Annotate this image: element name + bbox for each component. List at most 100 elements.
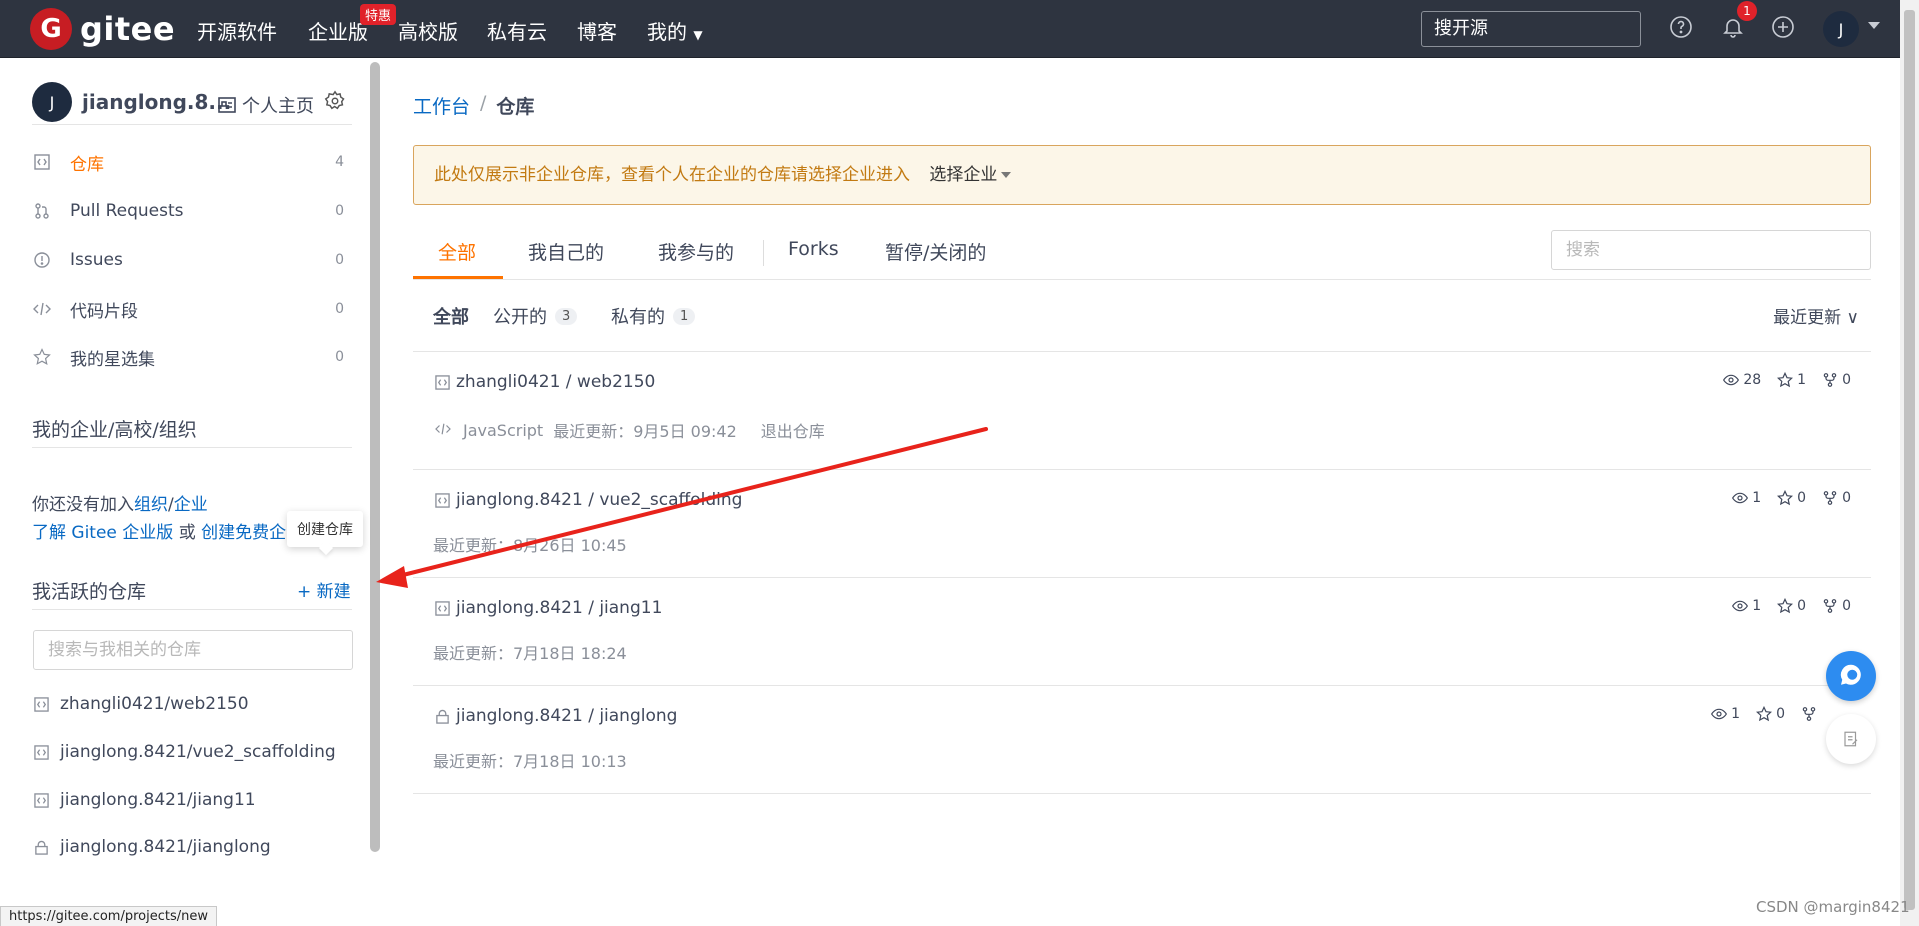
- learn-enterprise-link[interactable]: 了解 Gitee 企业版: [32, 523, 173, 543]
- watch-count[interactable]: 1: [1732, 598, 1761, 614]
- nav-mine[interactable]: 我的 ▼: [647, 16, 703, 45]
- fork-count[interactable]: [1801, 706, 1821, 722]
- sidebar-item-label: 代码片段: [70, 301, 138, 322]
- star-count[interactable]: 0: [1777, 598, 1806, 614]
- repo-meta: 最近更新：7月18日 18:24: [433, 640, 627, 664]
- repo-meta: 最近更新：8月26日 10:45: [433, 532, 627, 556]
- select-enterprise-dropdown[interactable]: 选择企业: [929, 165, 1012, 185]
- sidebar-repo-search-input[interactable]: 搜索与我相关的仓库: [33, 630, 353, 670]
- nav-enterprise[interactable]: 企业版: [308, 16, 368, 45]
- repo-updated: 最近更新：7月18日 10:13: [433, 752, 627, 771]
- watch-count[interactable]: 1: [1711, 706, 1740, 722]
- nav-avatar[interactable]: J: [1823, 11, 1859, 47]
- create-repo-tooltip: 创建仓库: [287, 511, 363, 547]
- divider: [32, 447, 352, 448]
- tab-forks[interactable]: Forks: [788, 238, 839, 260]
- create-free-enterprise-link[interactable]: 创建免费企: [201, 523, 286, 543]
- feedback-float-button[interactable]: [1826, 714, 1876, 764]
- repo-meta: 最近更新：7月18日 10:13: [433, 748, 627, 772]
- sidebar-item-starred[interactable]: 我的星选集 0: [32, 342, 344, 372]
- repo-search-input[interactable]: 搜索: [1551, 230, 1871, 270]
- watch-count[interactable]: 1: [1732, 490, 1761, 506]
- repo-name: zhangli0421 / web2150: [456, 372, 656, 392]
- sidebar-item-snippets[interactable]: 代码片段 0: [32, 294, 344, 324]
- sidebar: J jianglong.8... 个人主页 仓库 4 Pull Requests…: [0, 58, 380, 926]
- quit-repo-button[interactable]: 退出仓库: [761, 418, 825, 442]
- nav-blog[interactable]: 博客: [577, 16, 617, 45]
- fork-icon: [1823, 491, 1837, 505]
- page-scrollbar-thumb[interactable]: [1904, 10, 1915, 910]
- lock-icon: [433, 707, 451, 725]
- filter-all[interactable]: 全部: [433, 303, 469, 329]
- new-repo-button[interactable]: + 新建: [297, 577, 351, 602]
- assistant-float-button[interactable]: [1826, 651, 1876, 701]
- sidebar-item-count: 0: [335, 301, 344, 317]
- watch-number: 1: [1752, 598, 1762, 614]
- gear-icon[interactable]: [324, 90, 346, 112]
- repo-list-item: jianglong.8421 / jianglong 最近更新：7月18日 10…: [413, 686, 1871, 794]
- tab-mine[interactable]: 我自己的: [528, 238, 604, 265]
- sidebar-item-pull-requests[interactable]: Pull Requests 0: [32, 196, 344, 226]
- org-empty-text: 你还没有加入组织/企业: [32, 490, 208, 515]
- eye-icon: [1732, 600, 1749, 612]
- star-count[interactable]: 0: [1777, 490, 1806, 506]
- sidebar-repo-link[interactable]: jianglong.8421/jiang11: [32, 790, 256, 810]
- enterprise-link[interactable]: 企业: [174, 495, 208, 515]
- fork-count[interactable]: 0: [1822, 598, 1851, 614]
- fork-count[interactable]: 0: [1822, 372, 1851, 388]
- gitee-logo[interactable]: G gitee: [30, 8, 175, 50]
- fork-count[interactable]: 0: [1822, 490, 1851, 506]
- filter-public-label: 公开的: [493, 307, 547, 328]
- sidebar-repo-link[interactable]: zhangli0421/web2150: [32, 694, 249, 714]
- nav-open-source[interactable]: 开源软件: [197, 16, 277, 45]
- repo-title-link[interactable]: jianglong.8421 / jianglong: [433, 706, 677, 726]
- code-icon: [32, 299, 52, 319]
- repo-updated: 最近更新：9月5日 09:42: [553, 422, 737, 441]
- plus-circle-icon[interactable]: [1770, 14, 1796, 40]
- repo-title-link[interactable]: jianglong.8421 / jiang11: [433, 598, 662, 618]
- help-icon[interactable]: [1668, 14, 1694, 40]
- avatar-caret-icon[interactable]: [1868, 22, 1880, 29]
- tab-paused-closed[interactable]: 暂停/关闭的: [885, 238, 986, 265]
- fork-number: 0: [1842, 490, 1851, 506]
- filter-public[interactable]: 公开的 3: [493, 303, 578, 329]
- nav-university[interactable]: 高校版: [398, 16, 458, 45]
- repo-icon: [32, 791, 50, 809]
- id-card-icon: [218, 97, 236, 113]
- sidebar-item-count: 0: [335, 252, 344, 268]
- star-number: 0: [1797, 598, 1807, 614]
- sidebar-repo-name: zhangli0421/web2150: [60, 694, 249, 714]
- personal-home-link[interactable]: 个人主页: [218, 92, 314, 118]
- sidebar-repo-link[interactable]: jianglong.8421/vue2_scaffolding: [32, 742, 336, 762]
- sidebar-item-count: 0: [335, 203, 344, 219]
- lock-icon: [32, 838, 50, 856]
- sidebar-scrollbar-thumb[interactable]: [370, 62, 380, 852]
- nav-search-input[interactable]: 搜开源: [1421, 11, 1641, 47]
- tab-participated[interactable]: 我参与的: [658, 238, 734, 265]
- sidebar-repo-link[interactable]: jianglong.8421/jianglong: [32, 837, 271, 857]
- chevron-down-icon: ▼: [693, 28, 703, 42]
- repo-title-link[interactable]: jianglong.8421 / vue2_scaffolding: [433, 490, 742, 510]
- star-icon: [32, 347, 52, 367]
- repo-list-item: jianglong.8421 / jiang11 最近更新：7月18日 18:2…: [413, 578, 1871, 686]
- watch-number: 1: [1752, 490, 1762, 506]
- org-link[interactable]: 组织: [134, 495, 168, 515]
- sort-dropdown[interactable]: 最近更新 ∨: [1773, 303, 1859, 328]
- sidebar-item-issues[interactable]: Issues 0: [32, 245, 344, 275]
- nav-mine-label: 我的: [647, 20, 687, 44]
- watch-count[interactable]: 28: [1723, 372, 1761, 388]
- star-count[interactable]: 1: [1777, 372, 1806, 388]
- repo-name: jianglong.8421 / vue2_scaffolding: [456, 490, 743, 510]
- user-profile[interactable]: J jianglong.8...: [32, 82, 231, 122]
- nav-private-cloud[interactable]: 私有云: [487, 16, 547, 45]
- sidebar-item-repos[interactable]: 仓库 4: [32, 147, 344, 177]
- filter-public-count: 3: [555, 307, 578, 325]
- breadcrumb-workbench[interactable]: 工作台: [413, 92, 470, 119]
- divider: [32, 609, 352, 610]
- tab-all[interactable]: 全部: [438, 238, 476, 265]
- sidebar-item-label: 我的星选集: [70, 349, 155, 370]
- star-count[interactable]: 0: [1756, 706, 1785, 722]
- repo-title-link[interactable]: zhangli0421 / web2150: [433, 372, 655, 392]
- page-scrollbar[interactable]: [1900, 0, 1919, 926]
- filter-private[interactable]: 私有的 1: [611, 303, 696, 329]
